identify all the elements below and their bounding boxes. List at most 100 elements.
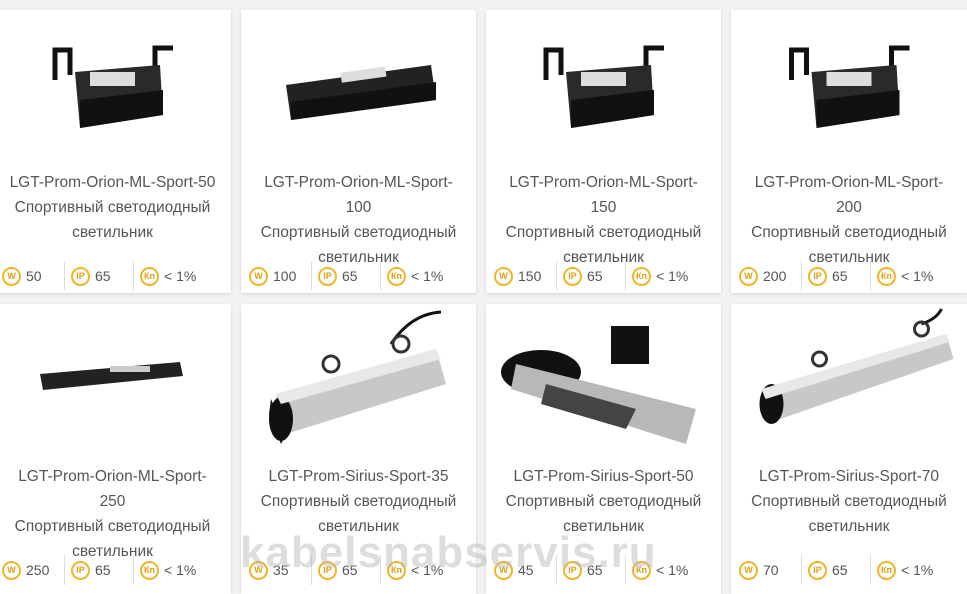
product-title[interactable]: LGT-Prom-Sirius-Sport-70 Спортивный свето… [731,464,967,539]
product-image[interactable] [0,10,231,155]
spec-value: 45 [518,562,534,578]
spec-power: W 250 [0,555,64,585]
watt-icon: W [494,560,513,580]
product-title[interactable]: LGT-Prom-Sirius-Sport-50 Спортивный свето… [486,464,721,539]
product-title[interactable]: LGT-Prom-Orion-ML-Sport- 250 Спортивный св… [0,464,231,564]
product-title[interactable]: LGT-Prom-Orion-ML-Sport-50 Спортивный све… [0,170,231,245]
spec-kp: Кп < 1% [870,555,933,585]
product-title-line: светильник [72,224,153,241]
product-title-line: LGT-Prom-Orion-ML-Sport- [264,174,453,191]
product-image[interactable] [486,10,721,155]
product-title[interactable]: LGT-Prom-Orion-ML-Sport- 100 Спортивный св… [241,170,476,270]
product-title-line: светильник [318,518,399,535]
ip-rating-icon: IP [318,266,337,286]
flicker-coefficient-icon: Кп [877,266,896,286]
spec-value: < 1% [656,562,689,578]
product-specs: W 50 IP 65 Кп < 1% [0,261,231,291]
product-specs: W 70 IP 65 Кп < 1% [731,555,967,585]
spec-value: < 1% [164,268,197,284]
product-title-line: Спортивный светодиодный [505,493,702,510]
product-image[interactable] [241,10,476,155]
watt-icon: W [249,266,268,286]
spec-kp: Кп < 1% [133,261,196,291]
spec-power: W 200 [731,261,801,291]
flicker-coefficient-icon: Кп [140,266,159,286]
product-card[interactable]: LGT-Prom-Sirius-Sport-50 Спортивный свето… [486,304,721,594]
flicker-coefficient-icon: Кп [632,560,651,580]
spec-ip: IP 65 [311,261,380,291]
watt-icon: W [739,266,758,286]
spec-value: < 1% [901,268,934,284]
flicker-coefficient-icon: Кп [877,560,896,580]
flicker-coefficient-icon: Кп [387,560,406,580]
ip-rating-icon: IP [71,560,90,580]
spec-power: W 70 [731,555,801,585]
spec-value: 100 [273,268,297,284]
spec-kp: Кп < 1% [870,261,933,291]
product-card[interactable]: LGT-Prom-Orion-ML-Sport- 150 Спортивный св… [486,10,721,293]
product-title-line: LGT-Prom-Orion-ML-Sport- [509,174,698,191]
product-image[interactable] [0,304,231,449]
spec-kp: Кп < 1% [625,555,688,585]
product-title-line: Спортивный светодиодный [14,518,211,535]
spec-ip: IP 65 [801,555,870,585]
spec-power: W 100 [241,261,311,291]
spec-kp: Кп < 1% [380,261,443,291]
product-specs: W 250 IP 65 Кп < 1% [0,555,231,585]
product-image[interactable] [486,304,721,449]
spec-kp: Кп < 1% [133,555,196,585]
product-title-line: LGT-Prom-Sirius-Sport-50 [513,468,694,485]
product-image[interactable] [241,304,476,449]
product-title[interactable]: LGT-Prom-Sirius-Sport-35 Спортивный свето… [241,464,476,539]
product-specs: W 45 IP 65 Кп < 1% [486,555,721,585]
ip-rating-icon: IP [808,560,827,580]
ip-rating-icon: IP [71,266,90,286]
product-specs: W 100 IP 65 Кп < 1% [241,261,476,291]
spec-power: W 150 [486,261,556,291]
product-title-line: 250 [99,493,126,510]
product-title-line: 150 [590,199,617,216]
product-title-line: 100 [345,199,372,216]
product-title-line: Спортивный светодиодный [505,224,702,241]
flicker-coefficient-icon: Кп [632,266,651,286]
product-title[interactable]: LGT-Prom-Orion-ML-Sport- 150 Спортивный св… [486,170,721,270]
spec-value: < 1% [411,562,444,578]
ip-rating-icon: IP [318,560,337,580]
spec-value: < 1% [901,562,934,578]
spec-value: 65 [95,268,111,284]
ip-rating-icon: IP [808,266,827,286]
spec-value: 65 [342,268,358,284]
product-title[interactable]: LGT-Prom-Orion-ML-Sport- 200 Спортивный св… [731,170,967,270]
spec-value: 200 [763,268,787,284]
product-title-line: LGT-Prom-Orion-ML-Sport-50 [9,174,216,191]
watt-icon: W [2,560,21,580]
product-card[interactable]: LGT-Prom-Sirius-Sport-35 Спортивный свето… [241,304,476,594]
spec-value: 65 [832,562,848,578]
product-title-line: светильник [808,518,890,535]
product-card[interactable]: LGT-Prom-Orion-ML-Sport- 200 Спортивный св… [731,10,967,293]
product-image[interactable] [731,10,967,155]
product-title-line: LGT-Prom-Sirius-Sport-35 [268,468,449,485]
spec-ip: IP 65 [556,555,625,585]
spec-kp: Кп < 1% [380,555,443,585]
product-specs: W 35 IP 65 Кп < 1% [241,555,476,585]
product-specs: W 200 IP 65 Кп < 1% [731,261,967,291]
spec-power: W 35 [241,555,311,585]
flicker-coefficient-icon: Кп [387,266,406,286]
spec-value: < 1% [164,562,197,578]
spec-value: 250 [26,562,50,578]
product-title-line: Спортивный светодиодный [260,224,457,241]
product-card[interactable]: LGT-Prom-Orion-ML-Sport- 100 Спортивный св… [241,10,476,293]
spec-value: < 1% [656,268,689,284]
flicker-coefficient-icon: Кп [140,560,159,580]
product-card[interactable]: LGT-Prom-Sirius-Sport-70 Спортивный свето… [731,304,967,594]
product-image[interactable] [731,304,967,449]
spec-value: 70 [763,562,779,578]
product-title-line: светильник [563,518,644,535]
spec-value: 65 [832,268,848,284]
spec-value: 65 [95,562,111,578]
watt-icon: W [739,560,758,580]
spec-kp: Кп < 1% [625,261,688,291]
product-card[interactable]: LGT-Prom-Orion-ML-Sport-50 Спортивный све… [0,10,231,293]
product-card[interactable]: LGT-Prom-Orion-ML-Sport- 250 Спортивный св… [0,304,231,594]
